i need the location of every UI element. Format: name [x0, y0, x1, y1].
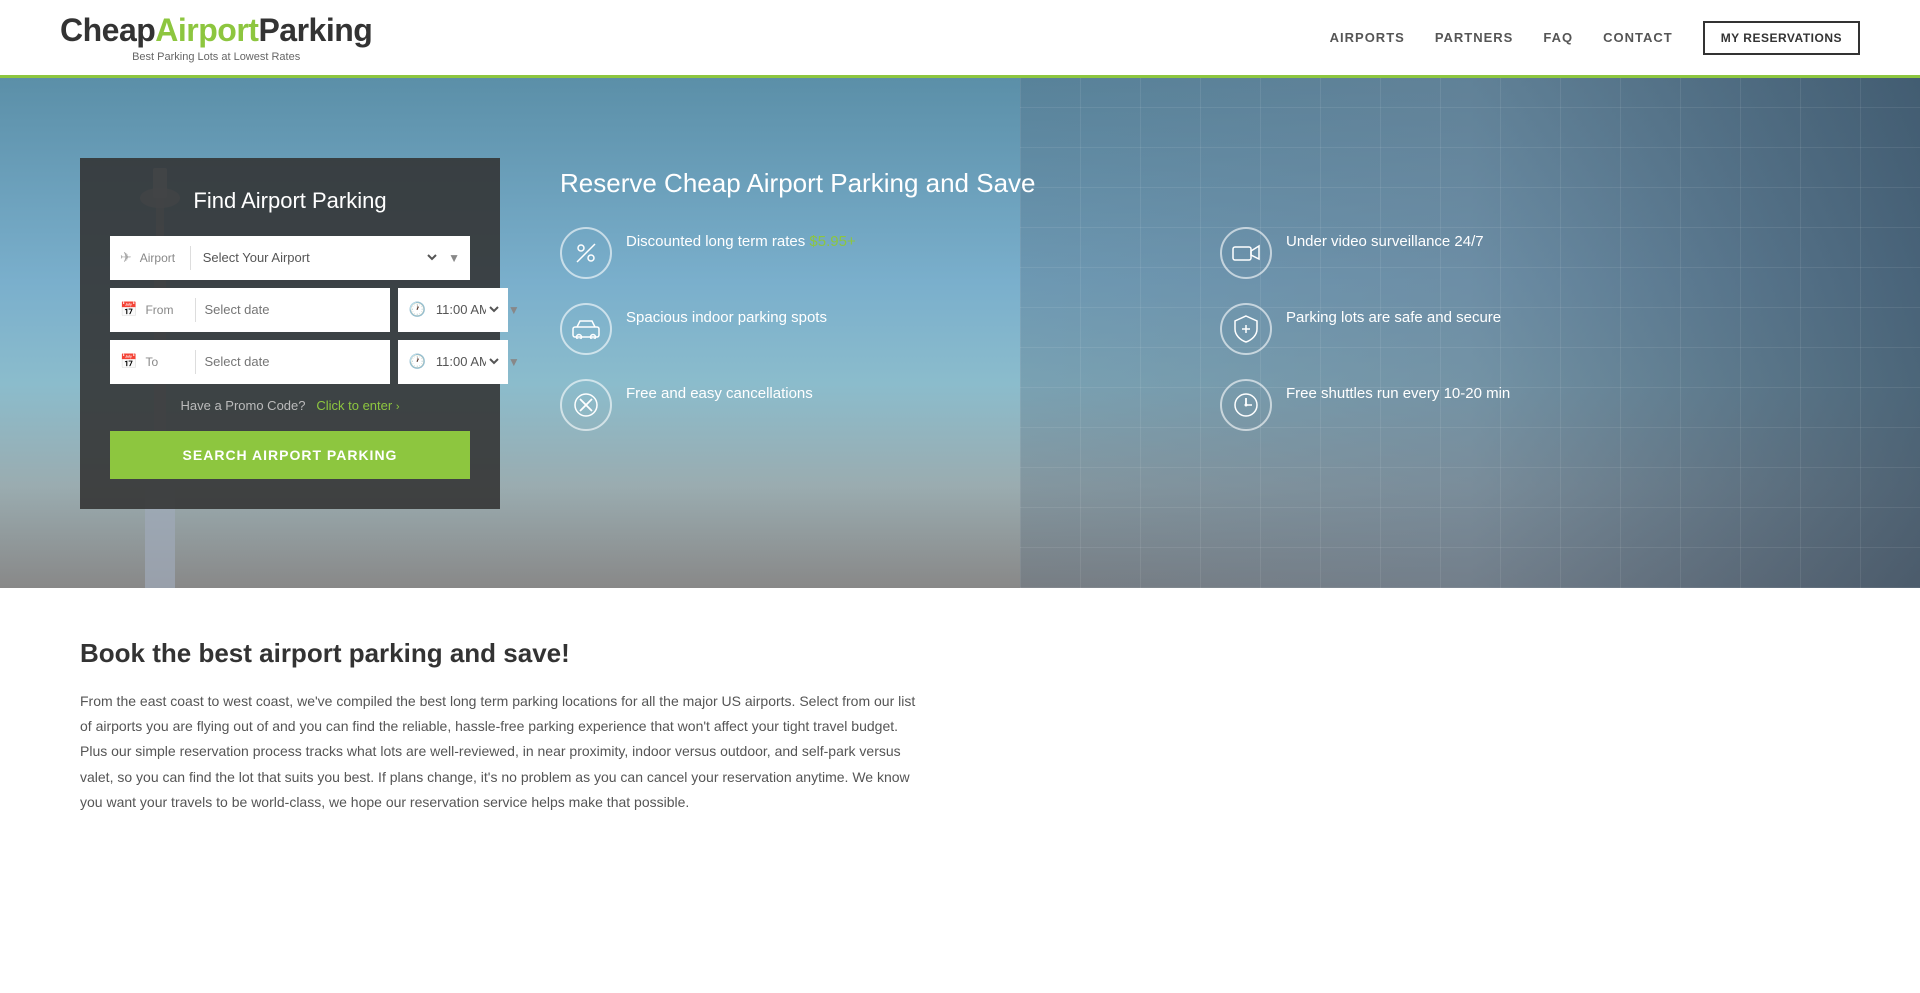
divider	[195, 350, 196, 374]
logo-airport: Airport	[155, 12, 258, 48]
feature-secure: Parking lots are safe and secure	[1220, 303, 1840, 355]
nav-faq[interactable]: FAQ	[1543, 30, 1573, 45]
shuttle-icon	[1220, 379, 1272, 431]
from-label: From	[145, 303, 187, 317]
from-row: 📅 From 🕐 11:00 AM ▼	[110, 288, 470, 332]
feature-discount-text: Discounted long term rates $5.95+	[626, 227, 856, 252]
to-time-select[interactable]: 11:00 AM	[432, 353, 502, 370]
feature-indoor-text: Spacious indoor parking spots	[626, 303, 827, 328]
search-button[interactable]: SEARCH AIRPORT PARKING	[110, 431, 470, 479]
chevron-right-icon: ›	[396, 401, 400, 413]
to-time-part: 🕐 11:00 AM ▼	[398, 340, 508, 384]
feature-discount: Discounted long term rates $5.95+	[560, 227, 1180, 279]
shield-icon	[1220, 303, 1272, 355]
airport-select[interactable]: Select Your Airport	[199, 249, 440, 266]
feature-indoor: Spacious indoor parking spots	[560, 303, 1180, 355]
nav-partners[interactable]: PARTNERS	[1435, 30, 1514, 45]
feature-shuttle-text: Free shuttles run every 10-20 min	[1286, 379, 1510, 404]
nav-airports[interactable]: AIRPORTS	[1330, 30, 1405, 45]
cancel-icon	[560, 379, 612, 431]
calendar-to-icon: 📅	[120, 353, 137, 370]
clock-to-icon: 🕐	[408, 353, 425, 370]
from-date-input[interactable]	[204, 302, 380, 317]
feature-cancel: Free and easy cancellations	[560, 379, 1180, 431]
airport-row: ✈ Airport Select Your Airport ▼	[110, 236, 470, 280]
from-time-part: 🕐 11:00 AM ▼	[398, 288, 508, 332]
hero-section: Find Airport Parking ✈ Airport Select Yo…	[0, 78, 1920, 588]
hero-content: Find Airport Parking ✈ Airport Select Yo…	[0, 158, 1920, 509]
time-arrow-icon: ▼	[508, 303, 520, 317]
discount-icon	[560, 227, 612, 279]
content-title: Book the best airport parking and save!	[80, 638, 920, 669]
car-icon	[560, 303, 612, 355]
nav-contact[interactable]: CONTACT	[1603, 30, 1673, 45]
airport-label: Airport	[140, 251, 182, 265]
promo-question: Have a Promo Code?	[180, 398, 305, 413]
divider	[190, 246, 191, 270]
logo[interactable]: CheapAirportParking Best Parking Lots at…	[60, 12, 372, 63]
calendar-from-icon: 📅	[120, 301, 137, 318]
camera-icon	[1220, 227, 1272, 279]
feature-cancel-text: Free and easy cancellations	[626, 379, 813, 404]
to-row: 📅 To 🕐 11:00 AM ▼	[110, 340, 470, 384]
plane-icon: ✈	[120, 249, 132, 266]
logo-parking: Parking	[258, 12, 372, 48]
logo-cheap: Cheap	[60, 12, 155, 48]
feature-shuttle: Free shuttles run every 10-20 min	[1220, 379, 1840, 431]
dropdown-arrow-icon: ▼	[448, 251, 460, 265]
content-section: Book the best airport parking and save! …	[0, 588, 1000, 865]
to-date-input[interactable]	[204, 354, 380, 369]
clock-from-icon: 🕐	[408, 301, 425, 318]
site-header: CheapAirportParking Best Parking Lots at…	[0, 0, 1920, 78]
search-panel: Find Airport Parking ✈ Airport Select Yo…	[80, 158, 500, 509]
to-date-part: 📅 To	[110, 340, 390, 384]
content-body: From the east coast to west coast, we've…	[80, 689, 920, 815]
features-grid: Discounted long term rates $5.95+ Under …	[560, 227, 1840, 431]
feature-surveillance: Under video surveillance 24/7	[1220, 227, 1840, 279]
divider	[195, 298, 196, 322]
from-date-part: 📅 From	[110, 288, 390, 332]
to-label: To	[145, 355, 187, 369]
time-to-arrow-icon: ▼	[508, 355, 520, 369]
promo-row: Have a Promo Code? Click to enter ›	[110, 398, 470, 413]
search-title: Find Airport Parking	[110, 188, 470, 214]
feature-surveillance-text: Under video surveillance 24/7	[1286, 227, 1484, 252]
features-title: Reserve Cheap Airport Parking and Save	[560, 168, 1840, 199]
main-nav: AIRPORTS PARTNERS FAQ CONTACT MY RESERVA…	[1330, 21, 1860, 55]
from-time-select[interactable]: 11:00 AM	[432, 301, 502, 318]
logo-subtitle: Best Parking Lots at Lowest Rates	[132, 51, 300, 63]
my-reservations-button[interactable]: MY RESERVATIONS	[1703, 21, 1860, 55]
feature-secure-text: Parking lots are safe and secure	[1286, 303, 1501, 328]
promo-link[interactable]: Click to enter	[316, 398, 392, 413]
logo-text: CheapAirportParking	[60, 12, 372, 49]
features-panel: Reserve Cheap Airport Parking and Save D…	[560, 158, 1840, 431]
